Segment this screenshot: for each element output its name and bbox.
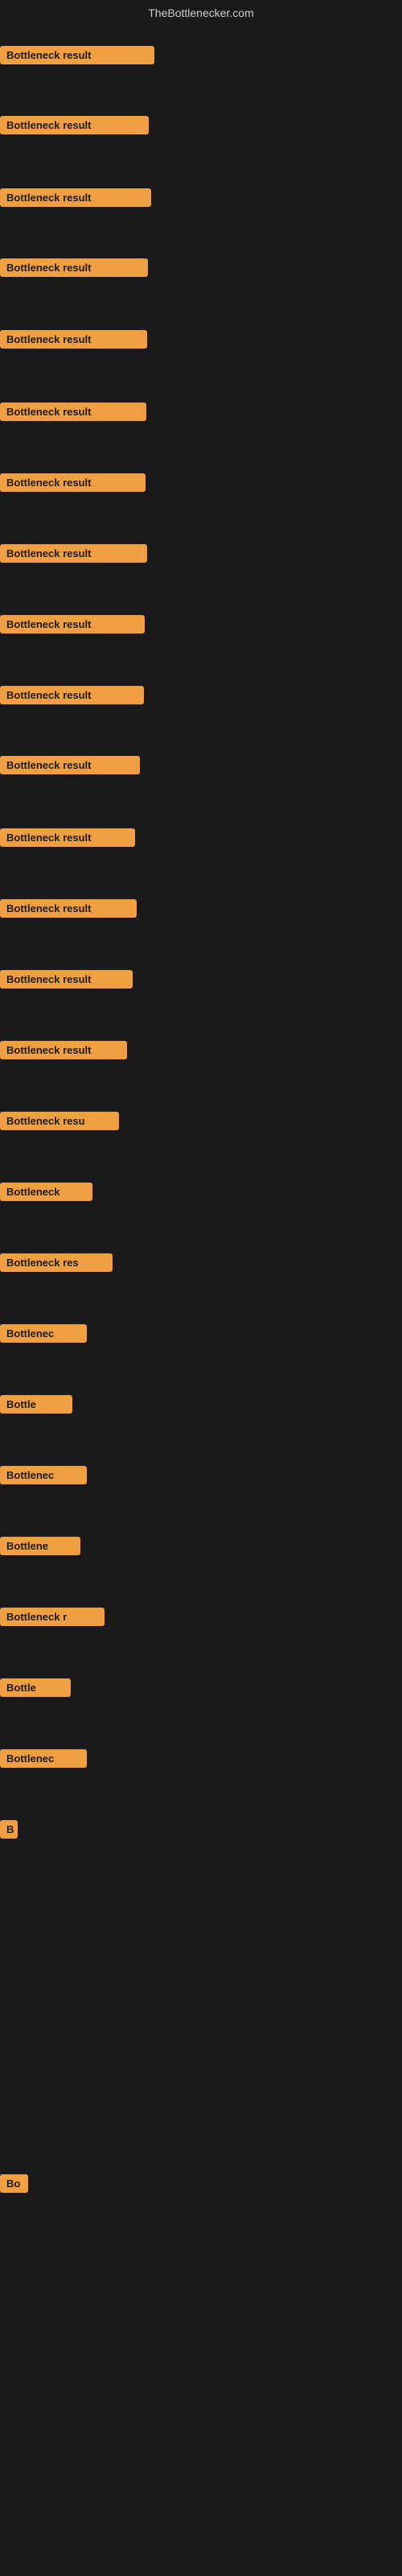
bottleneck-label[interactable]: Bottleneck result bbox=[0, 473, 146, 492]
bottleneck-row: Bottlene bbox=[0, 1537, 402, 1605]
bottleneck-label[interactable]: Bottle bbox=[0, 1678, 71, 1697]
bottleneck-row: Bottleneck result bbox=[0, 615, 402, 683]
bottleneck-label[interactable]: Bottleneck result bbox=[0, 899, 137, 918]
bottleneck-label[interactable]: Bottleneck result bbox=[0, 116, 149, 134]
bottleneck-label[interactable]: Bottlenec bbox=[0, 1324, 87, 1343]
bottleneck-row: Bottleneck result bbox=[0, 46, 402, 114]
bottleneck-label[interactable]: Bottleneck result bbox=[0, 402, 146, 421]
bottleneck-label[interactable]: Bottleneck result bbox=[0, 1041, 127, 1059]
bottleneck-label[interactable]: Bottleneck result bbox=[0, 970, 133, 989]
bottleneck-row: Bottleneck result bbox=[0, 330, 402, 398]
bottleneck-label[interactable]: Bottleneck resu bbox=[0, 1112, 119, 1130]
bottleneck-label[interactable]: Bottleneck result bbox=[0, 258, 148, 277]
bottleneck-row: Bottleneck result bbox=[0, 473, 402, 542]
bottleneck-label[interactable]: Bottleneck result bbox=[0, 615, 145, 634]
bottleneck-row: Bottleneck result bbox=[0, 402, 402, 471]
bottleneck-row: Bottleneck result bbox=[0, 188, 402, 257]
bottleneck-label[interactable]: Bottleneck result bbox=[0, 330, 147, 349]
bottleneck-row: Bottleneck result bbox=[0, 899, 402, 968]
bottleneck-label[interactable]: Bottleneck res bbox=[0, 1253, 113, 1272]
bottleneck-label[interactable]: Bottlene bbox=[0, 1537, 80, 1555]
bottleneck-label[interactable]: Bottleneck result bbox=[0, 828, 135, 847]
bottleneck-label[interactable]: Bottleneck bbox=[0, 1183, 92, 1201]
bottleneck-label[interactable]: Bottleneck result bbox=[0, 46, 154, 64]
bottleneck-label[interactable]: B bbox=[0, 1820, 18, 1839]
bottleneck-row: Bo bbox=[0, 2174, 402, 2243]
bottleneck-row: Bottlenec bbox=[0, 1324, 402, 1393]
bottleneck-row: Bottlenec bbox=[0, 1749, 402, 1818]
bottleneck-label[interactable]: Bottleneck result bbox=[0, 188, 151, 207]
bottleneck-label[interactable]: Bottle bbox=[0, 1395, 72, 1414]
bottleneck-row: B bbox=[0, 1820, 402, 1889]
bottleneck-row: Bottleneck result bbox=[0, 258, 402, 327]
bottleneck-row: Bottleneck result bbox=[0, 756, 402, 824]
bottleneck-row: Bottleneck r bbox=[0, 1608, 402, 1676]
bottleneck-row: Bottleneck bbox=[0, 1183, 402, 1251]
bottleneck-label[interactable]: Bottlenec bbox=[0, 1749, 87, 1768]
bottleneck-label[interactable]: Bottleneck r bbox=[0, 1608, 105, 1626]
bottleneck-label[interactable]: Bottlenec bbox=[0, 1466, 87, 1484]
bottleneck-label[interactable]: Bottleneck result bbox=[0, 544, 147, 563]
site-title: TheBottlenecker.com bbox=[148, 6, 254, 19]
bottleneck-row: Bottlenec bbox=[0, 1466, 402, 1534]
bottleneck-row: Bottleneck result bbox=[0, 116, 402, 184]
bottleneck-row: Bottleneck result bbox=[0, 544, 402, 613]
bottleneck-row: Bottleneck result bbox=[0, 970, 402, 1038]
bottleneck-row: Bottle bbox=[0, 1395, 402, 1463]
bottleneck-row: Bottleneck result bbox=[0, 828, 402, 897]
bottleneck-label[interactable]: Bottleneck result bbox=[0, 686, 144, 704]
bottleneck-label[interactable]: Bo bbox=[0, 2174, 28, 2193]
bottleneck-row: Bottleneck resu bbox=[0, 1112, 402, 1180]
bottleneck-label[interactable]: Bottleneck result bbox=[0, 756, 140, 774]
bottleneck-row: Bottle bbox=[0, 1678, 402, 1747]
site-header: TheBottlenecker.com bbox=[0, 0, 402, 23]
bottleneck-row: Bottleneck result bbox=[0, 686, 402, 754]
bottleneck-row: Bottleneck res bbox=[0, 1253, 402, 1322]
bottleneck-row: Bottleneck result bbox=[0, 1041, 402, 1109]
